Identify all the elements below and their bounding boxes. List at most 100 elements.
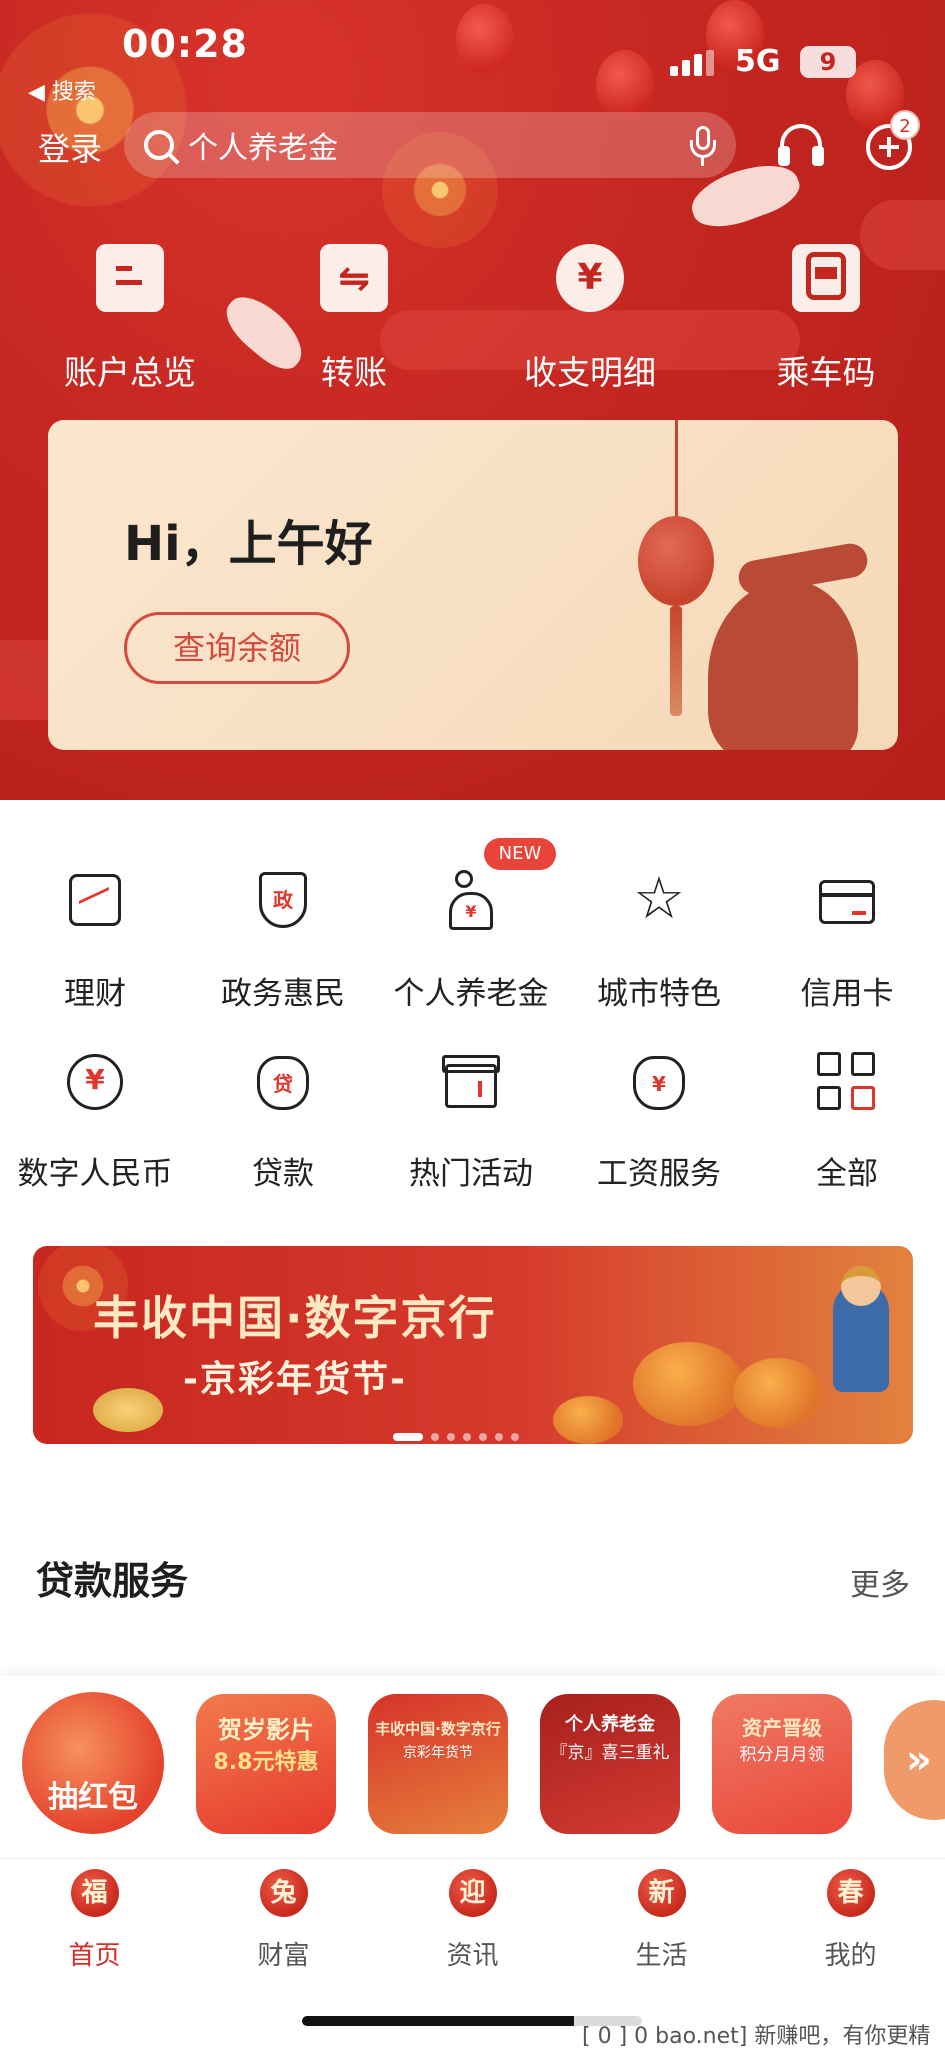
quick-action-label: 乘车码	[776, 353, 876, 392]
service-city[interactable]: ☆ 城市特色	[564, 864, 754, 1013]
tab-home[interactable]: 福 首页	[0, 1869, 189, 1972]
watermark-text: [ 0 ] 0 bao.net] 新赚吧，有你更精彩！	[574, 2016, 945, 2048]
quick-action-label: 账户总览	[64, 353, 196, 392]
rabbit-char-icon: 兔	[259, 1869, 308, 1917]
new-badge: NEW	[484, 838, 556, 870]
lantern-string	[675, 420, 678, 520]
pension-person-icon: ¥	[439, 870, 503, 934]
check-balance-button[interactable]: 查询余额	[124, 612, 350, 684]
quick-action-transfer[interactable]: ⇋ 转账	[254, 244, 454, 394]
microphone-icon[interactable]	[690, 126, 716, 166]
service-salary[interactable]: ¥ 工资服务	[564, 1050, 754, 1193]
service-label: 信用卡	[800, 976, 894, 1012]
promo-label: 丰收中国·数字京行	[375, 1720, 501, 1738]
digital-rmb-icon: ¥	[63, 1050, 127, 1114]
service-credit-card[interactable]: 信用卡	[752, 870, 942, 1013]
coin-icon	[93, 1388, 163, 1432]
promo-sublabel: 8.8元特惠	[213, 1750, 319, 1775]
quick-action-label: 转账	[321, 353, 387, 392]
salary-bag-icon: ¥	[627, 1050, 691, 1114]
greeting-text: Hi，上午好	[124, 516, 373, 572]
search-icon	[144, 130, 174, 160]
government-shield-icon: 政	[251, 870, 315, 934]
quick-action-account-overview[interactable]: 账户总览	[30, 244, 230, 394]
spring-char-icon: 春	[826, 1869, 875, 1917]
service-label: 贷款	[252, 1156, 314, 1192]
lantern-icon	[638, 516, 714, 606]
promo-card-assets[interactable]: 资产晋级 积分月月领	[712, 1694, 852, 1834]
tab-label: 资讯	[446, 1941, 499, 1971]
status-time: 00:28	[122, 22, 248, 66]
battery-icon: 9	[800, 46, 856, 78]
tab-label: 财富	[257, 1941, 310, 1971]
service-pension[interactable]: ¥ 个人养老金	[376, 870, 566, 1013]
account-overview-icon	[96, 244, 164, 312]
notification-badge: 2	[890, 110, 920, 140]
back-to-search-link[interactable]: ◀ 搜索	[28, 74, 96, 106]
lantern-tassel	[670, 606, 682, 716]
service-label: 城市特色	[597, 976, 721, 1012]
quick-action-label: 收支明细	[524, 353, 656, 392]
loan-section-more-link[interactable]: 更多	[850, 1560, 910, 1604]
service-label: 数字人民币	[17, 1156, 173, 1192]
fu-icon: 福	[70, 1869, 119, 1917]
grid-all-icon	[815, 1050, 879, 1114]
quick-action-statement[interactable]: ¥ 收支明细	[490, 244, 690, 394]
gift-icon	[439, 1050, 503, 1114]
pumpkin-icon	[553, 1396, 623, 1444]
promo-card-harvest[interactable]: 丰收中国·数字京行 京彩年货节	[368, 1694, 508, 1834]
yen-icon: ¥	[556, 244, 624, 312]
credit-card-icon	[815, 870, 879, 934]
new-char-icon: 新	[637, 1869, 686, 1917]
tab-label: 生活	[635, 1941, 688, 1971]
promo-card-movie[interactable]: 贺岁影片 8.8元特惠	[196, 1694, 336, 1834]
login-link[interactable]: 登录	[38, 124, 102, 170]
tab-mine[interactable]: 春 我的	[756, 1869, 945, 1972]
pumpkin-icon	[733, 1358, 823, 1428]
promo-label: 资产晋级	[742, 1716, 822, 1740]
tab-life[interactable]: 新 生活	[567, 1869, 756, 1972]
service-all[interactable]: 全部	[752, 1050, 942, 1193]
promo-label: 贺岁影片	[218, 1716, 314, 1744]
signal-icon	[670, 50, 720, 76]
carousel-indicator	[393, 1426, 553, 1441]
service-digital-rmb[interactable]: ¥ 数字人民币	[0, 1050, 190, 1193]
paper-cut-rabbit-icon	[708, 580, 858, 750]
service-government[interactable]: 政 政务惠民	[188, 870, 378, 1013]
status-bar: 00:28 ◀ 搜索 5G 9	[0, 0, 945, 105]
tab-label: 首页	[68, 1941, 121, 1971]
tab-wealth[interactable]: 兔 财富	[189, 1869, 378, 1972]
promo-label: 个人养老金	[565, 1714, 655, 1735]
banner-title: 丰收中国·数字京行	[93, 1291, 497, 1345]
service-wealth[interactable]: 理财	[0, 870, 190, 1013]
promo-card-pension[interactable]: 个人养老金 『京』喜三重礼	[540, 1694, 680, 1834]
promo-sublabel: 积分月月领	[739, 1745, 825, 1765]
greeting-card: Hi，上午好 查询余额	[48, 420, 898, 750]
service-label: 理财	[64, 976, 126, 1012]
service-label: 政务惠民	[221, 976, 345, 1012]
promo-label: 抽红包	[48, 1780, 138, 1815]
service-label: 全部	[816, 1156, 878, 1192]
search-placeholder: 个人养老金	[188, 131, 338, 166]
service-label: 个人养老金	[393, 976, 549, 1012]
transfer-icon: ⇋	[320, 244, 388, 312]
promo-banner[interactable]: 丰收中国·数字京行 -京彩年货节-	[33, 1246, 913, 1444]
trend-chart-icon	[63, 870, 127, 934]
quick-action-bus-code[interactable]: 乘车码	[726, 244, 926, 394]
tab-news[interactable]: 迎 资讯	[378, 1869, 567, 1972]
welcome-char-icon: 迎	[448, 1869, 497, 1917]
red-envelope-promo[interactable]: 抽红包	[22, 1692, 164, 1834]
tab-label: 我的	[824, 1941, 877, 1971]
loan-section-title: 贷款服务	[36, 1559, 189, 1603]
service-loan[interactable]: 贷 贷款	[188, 1050, 378, 1193]
search-input[interactable]: 个人养老金	[124, 112, 736, 178]
network-type: 5G	[735, 44, 781, 79]
service-label: 工资服务	[597, 1156, 721, 1192]
customer-service-headset-icon[interactable]	[778, 124, 824, 168]
star-icon: ☆	[633, 864, 685, 932]
banner-subtitle: -京彩年货节-	[183, 1359, 407, 1400]
bus-icon	[792, 244, 860, 312]
service-label: 热门活动	[409, 1156, 533, 1192]
promo-sublabel: 京彩年货节	[403, 1745, 473, 1761]
service-activities[interactable]: 热门活动	[376, 1050, 566, 1193]
